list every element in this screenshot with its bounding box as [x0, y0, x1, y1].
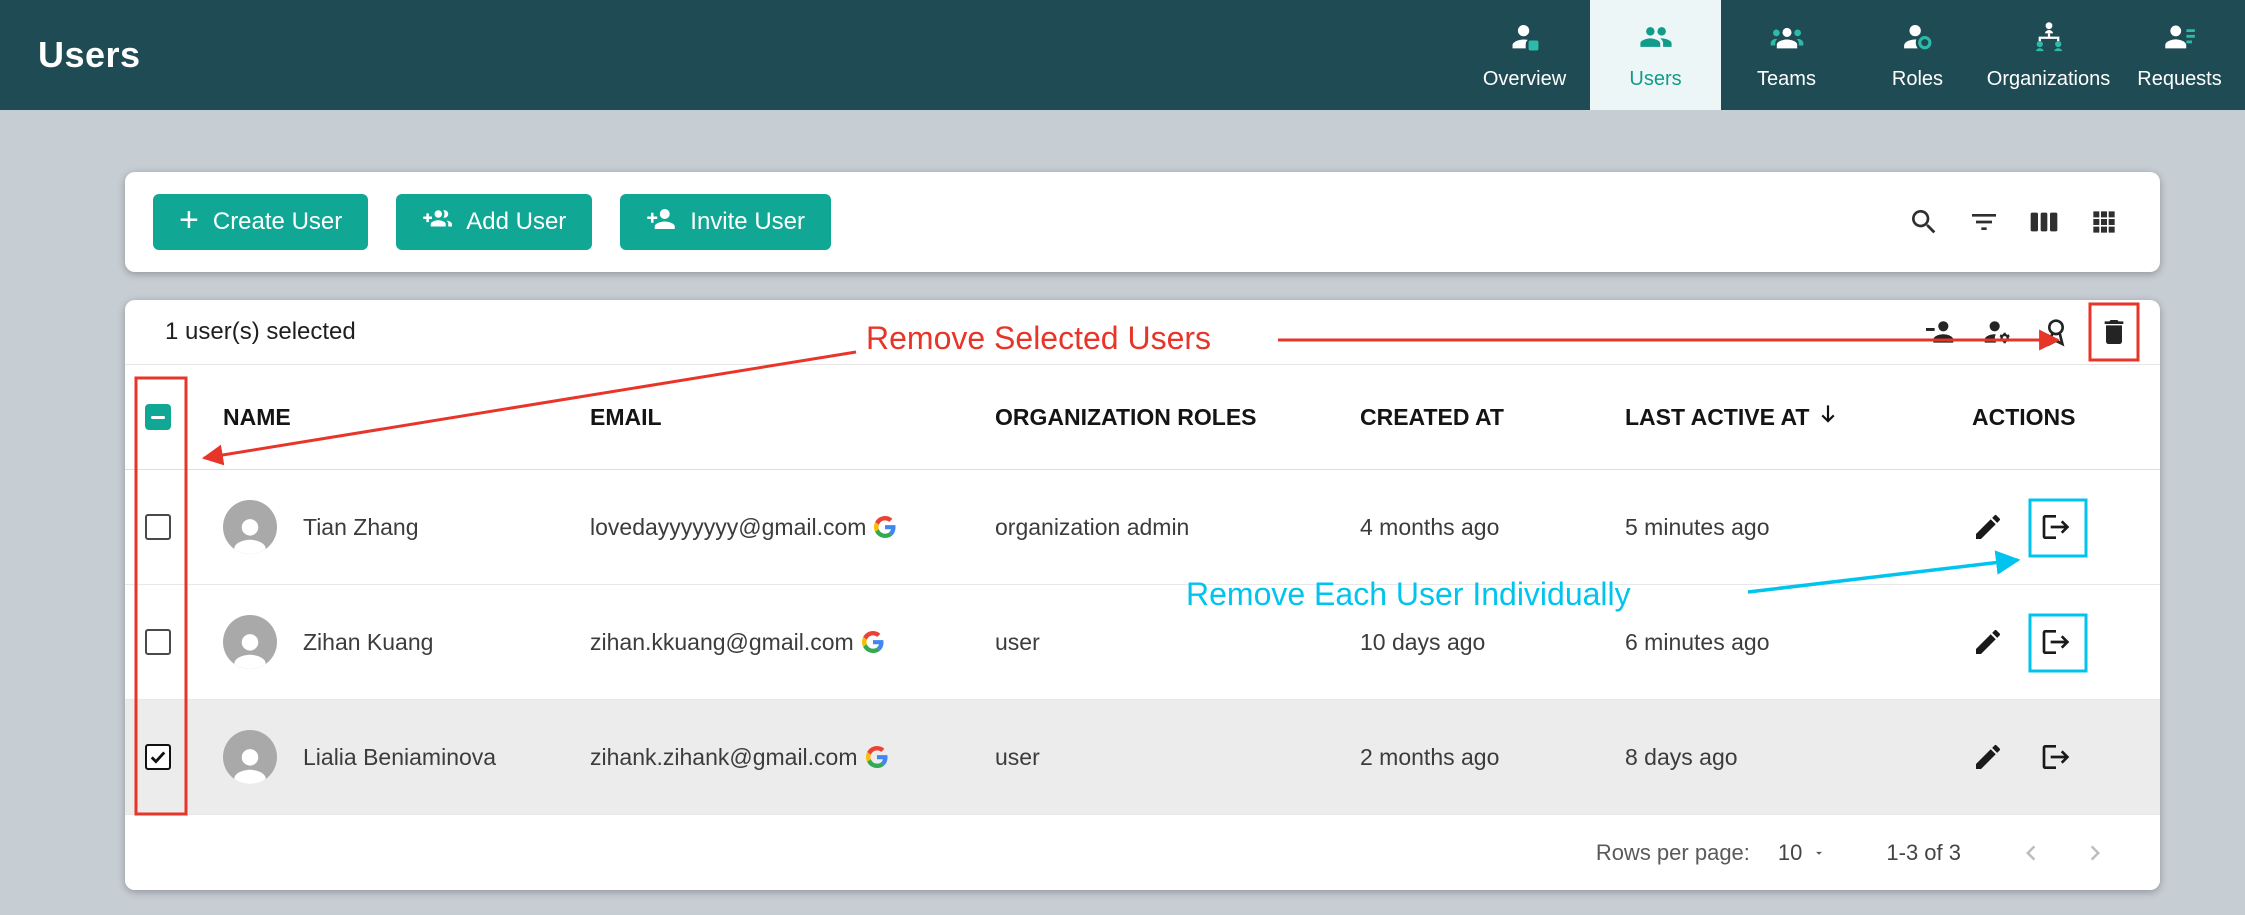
remove-user-icon[interactable] [2040, 741, 2072, 773]
column-header-name[interactable]: NAME [190, 404, 560, 431]
nav-tab-requests[interactable]: Requests [2114, 0, 2245, 110]
nav-tab-teams[interactable]: Teams [1721, 0, 1852, 110]
selection-bar: 1 user(s) selected [125, 300, 2160, 365]
toolbar-icons [1908, 206, 2120, 238]
nav-tab-label: Requests [2137, 68, 2222, 91]
nav-tab-label: Teams [1757, 68, 1816, 91]
avatar [223, 500, 277, 554]
nav-tab-users[interactable]: Users [1590, 0, 1721, 110]
actions-toolbar: + Create User Add User Invite User [125, 172, 2160, 272]
user-name: Zihan Kuang [303, 629, 433, 656]
user-email: lovedayyyyyyy@gmail.com [590, 514, 866, 541]
plus-icon: + [179, 203, 199, 237]
pager [2016, 838, 2110, 868]
main-nav: Overview Users Teams Roles Organizations [1459, 0, 2245, 110]
nav-tab-overview[interactable]: Overview [1459, 0, 1590, 110]
create-user-button[interactable]: + Create User [153, 194, 368, 250]
remove-user-icon[interactable] [2040, 626, 2072, 658]
nav-tab-label: Organizations [1987, 68, 2110, 91]
row-checkbox[interactable] [145, 629, 171, 655]
user-email: zihank.zihank@gmail.com [590, 744, 858, 771]
selection-bar-icons [1924, 316, 2130, 348]
user-email: zihan.kkuang@gmail.com [590, 629, 854, 656]
google-icon [874, 516, 896, 538]
last-active-at: 5 minutes ago [1595, 514, 1940, 541]
avatar [223, 730, 277, 784]
grid-icon[interactable] [2088, 206, 2120, 238]
filter-icon[interactable] [1968, 206, 2000, 238]
sort-desc-icon [1815, 401, 1841, 433]
table-header-row: NAME EMAIL ORGANIZATION ROLES CREATED AT… [125, 365, 2160, 470]
nav-tab-label: Roles [1892, 68, 1943, 91]
person-circle-icon [1901, 20, 1935, 60]
rows-per-page-value: 10 [1778, 840, 1802, 866]
created-at: 10 days ago [1330, 629, 1595, 656]
table-row: Zihan Kuang zihan.kkuang@gmail.com user … [125, 585, 2160, 700]
column-header-last-active[interactable]: LAST ACTIVE AT [1595, 401, 1940, 433]
column-header-created[interactable]: CREATED AT [1330, 404, 1595, 431]
avatar [223, 615, 277, 669]
table-row: Lialia Beniaminova zihank.zihank@gmail.c… [125, 700, 2160, 815]
person-remove-icon[interactable] [1924, 316, 1956, 348]
google-icon [862, 631, 884, 653]
nav-tab-organizations[interactable]: Organizations [1983, 0, 2114, 110]
columns-icon[interactable] [2028, 206, 2060, 238]
select-all-checkbox[interactable] [145, 404, 171, 430]
users-table-card: 1 user(s) selected NAME EMAIL ORGANIZATI… [125, 300, 2160, 890]
people-icon [1639, 20, 1673, 60]
top-bar: Users Overview Users Teams Roles [0, 0, 2245, 110]
user-name: Tian Zhang [303, 514, 419, 541]
person-add-icon [646, 204, 676, 241]
invite-user-label: Invite User [690, 208, 805, 236]
table-footer: Rows per page: 10 1-3 of 3 [125, 815, 2160, 890]
delete-icon[interactable] [2098, 316, 2130, 348]
column-header-last-active-label: LAST ACTIVE AT [1625, 404, 1809, 431]
create-user-label: Create User [213, 208, 342, 236]
row-checkbox[interactable] [145, 514, 171, 540]
badge-icon[interactable] [2040, 316, 2072, 348]
user-role: user [965, 744, 1330, 771]
rows-per-page-label: Rows per page: [1596, 840, 1750, 866]
column-header-roles[interactable]: ORGANIZATION ROLES [965, 404, 1330, 431]
remove-user-icon[interactable] [2040, 511, 2072, 543]
edit-icon[interactable] [1972, 741, 2004, 773]
edit-icon[interactable] [1972, 626, 2004, 658]
table-row: Tian Zhang lovedayyyyyyy@gmail.com organ… [125, 470, 2160, 585]
column-header-actions: ACTIONS [1940, 404, 2160, 431]
chevron-down-icon [1812, 846, 1826, 860]
add-user-label: Add User [466, 208, 566, 236]
google-icon [866, 746, 888, 768]
edit-icon[interactable] [1972, 511, 2004, 543]
group-add-icon [422, 204, 452, 241]
user-name: Lialia Beniaminova [303, 744, 496, 771]
page-title: Users [0, 34, 141, 76]
person-badge-icon [1508, 20, 1542, 60]
created-at: 4 months ago [1330, 514, 1595, 541]
column-header-email[interactable]: EMAIL [560, 404, 965, 431]
invite-user-button[interactable]: Invite User [620, 194, 831, 250]
next-page-button[interactable] [2080, 838, 2110, 868]
person-settings-icon[interactable] [1982, 316, 2014, 348]
rows-per-page-select[interactable]: 10 [1778, 840, 1826, 866]
search-icon[interactable] [1908, 206, 1940, 238]
add-user-button[interactable]: Add User [396, 194, 592, 250]
person-list-icon [2163, 20, 2197, 60]
user-role: organization admin [965, 514, 1330, 541]
org-chart-icon [2032, 20, 2066, 60]
nav-tab-label: Overview [1483, 68, 1566, 91]
created-at: 2 months ago [1330, 744, 1595, 771]
prev-page-button[interactable] [2016, 838, 2046, 868]
nav-tab-label: Users [1629, 68, 1681, 91]
nav-tab-roles[interactable]: Roles [1852, 0, 1983, 110]
pagination-range: 1-3 of 3 [1886, 840, 1961, 866]
row-checkbox[interactable] [145, 744, 171, 770]
teams-icon [1770, 20, 1804, 60]
selection-count-text: 1 user(s) selected [165, 318, 356, 346]
button-group: + Create User Add User Invite User [153, 194, 831, 250]
last-active-at: 6 minutes ago [1595, 629, 1940, 656]
last-active-at: 8 days ago [1595, 744, 1940, 771]
user-role: user [965, 629, 1330, 656]
